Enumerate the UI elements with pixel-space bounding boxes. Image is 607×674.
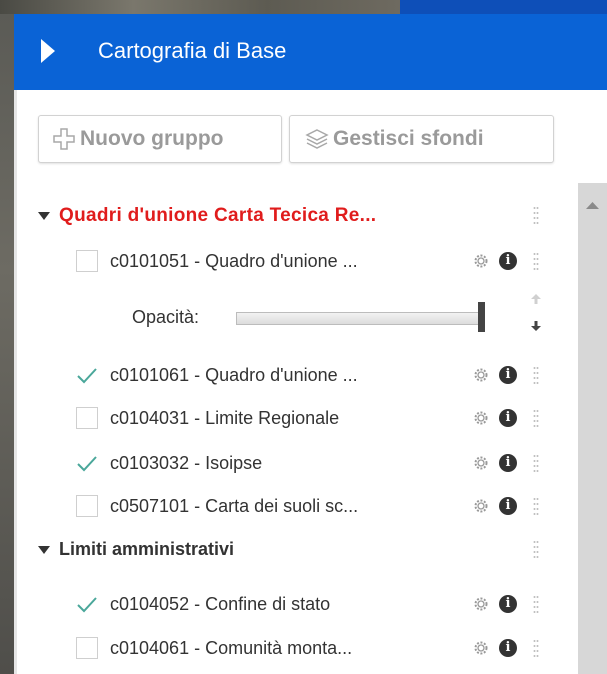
plus-icon (53, 128, 75, 150)
panel-left-edge (14, 90, 17, 674)
layers-icon (305, 129, 329, 149)
panel-header: Cartografia di Base (14, 14, 607, 90)
layer-row[interactable]: c0104031 - Limite Regionale (76, 401, 339, 435)
map-background-top (0, 0, 400, 14)
scrollbar[interactable] (578, 183, 607, 674)
drag-handle-icon[interactable] (533, 497, 539, 515)
opacity-label: Opacità: (132, 307, 200, 327)
drag-handle-icon[interactable] (533, 595, 539, 613)
gear-icon[interactable] (472, 366, 490, 384)
new-group-label: Nuovo gruppo (80, 127, 224, 150)
checkmark-icon[interactable] (76, 364, 98, 386)
drag-handle-icon[interactable] (533, 366, 539, 384)
layer-row[interactable]: c0104061 - Comunità monta... (76, 631, 352, 665)
layer-row[interactable]: c0101051 - Quadro d'unione ... (76, 244, 358, 278)
drag-handle-icon[interactable] (533, 639, 539, 657)
layer-group-quadri[interactable]: Quadri d'unione Carta Tecica Re... (38, 205, 376, 227)
gear-icon[interactable] (472, 409, 490, 427)
group-name: Limiti amministrativi (59, 539, 235, 559)
gear-icon[interactable] (472, 252, 490, 270)
layer-checkbox[interactable] (76, 495, 98, 517)
play-arrow-icon[interactable] (40, 38, 56, 64)
checkmark-icon[interactable] (76, 593, 98, 615)
layer-checkbox[interactable] (76, 407, 98, 429)
info-icon[interactable]: i (499, 366, 517, 384)
manage-backgrounds-button[interactable]: Gestisci sfondi (289, 115, 554, 163)
info-icon[interactable]: i (499, 595, 517, 613)
map-background-top-right (400, 0, 607, 14)
info-icon[interactable]: i (499, 252, 517, 270)
layer-label: c0101061 - Quadro d'unione ... (110, 364, 358, 385)
layer-checkbox[interactable] (76, 637, 98, 659)
scroll-up-arrow-icon[interactable] (578, 197, 607, 215)
caret-down-icon[interactable] (38, 212, 50, 220)
layer-group-limiti[interactable]: Limiti amministrativi (38, 539, 234, 560)
info-icon[interactable]: i (499, 454, 517, 472)
info-icon[interactable]: i (499, 639, 517, 657)
info-icon[interactable]: i (499, 497, 517, 515)
group-name: Quadri d'unione Carta Tecica Re... (59, 205, 377, 226)
gear-icon[interactable] (472, 454, 490, 472)
layer-label: c0104031 - Limite Regionale (110, 407, 340, 428)
drag-handle-icon[interactable] (533, 540, 539, 558)
gear-icon[interactable] (472, 595, 490, 613)
arrow-up-icon[interactable] (529, 292, 543, 306)
layer-row[interactable]: c0103032 - Isoipse (76, 446, 262, 480)
info-icon[interactable]: i (499, 409, 517, 427)
layer-checkbox[interactable] (76, 250, 98, 272)
layer-panel: Cartografia di Base Nuovo gruppo Gestisc… (14, 14, 607, 674)
new-group-button[interactable]: Nuovo gruppo (38, 115, 282, 163)
panel-title: Cartografia di Base (98, 38, 287, 63)
layer-label: c0101051 - Quadro d'unione ... (110, 250, 358, 271)
checkmark-icon[interactable] (76, 452, 98, 474)
drag-handle-icon[interactable] (533, 409, 539, 427)
drag-handle-icon[interactable] (533, 252, 539, 270)
gear-icon[interactable] (472, 497, 490, 515)
arrow-down-icon[interactable] (529, 319, 543, 333)
map-background-strip (0, 0, 14, 674)
gear-icon[interactable] (472, 639, 490, 657)
layer-label: c0104061 - Comunità monta... (110, 637, 353, 658)
opacity-slider-handle[interactable] (478, 302, 485, 332)
opacity-slider[interactable] (236, 312, 484, 325)
layer-row[interactable]: c0104052 - Confine di stato (76, 587, 330, 621)
layer-label: c0507101 - Carta dei suoli sc... (110, 495, 359, 516)
manage-backgrounds-label: Gestisci sfondi (333, 127, 484, 150)
caret-down-icon[interactable] (38, 545, 50, 554)
layer-row[interactable]: c0101061 - Quadro d'unione ... (76, 358, 358, 392)
layer-label: c0104052 - Confine di stato (110, 593, 331, 614)
drag-handle-icon[interactable] (533, 206, 539, 224)
drag-handle-icon[interactable] (533, 454, 539, 472)
layer-row[interactable]: c0507101 - Carta dei suoli sc... (76, 489, 358, 523)
layer-label: c0103032 - Isoipse (110, 452, 263, 473)
